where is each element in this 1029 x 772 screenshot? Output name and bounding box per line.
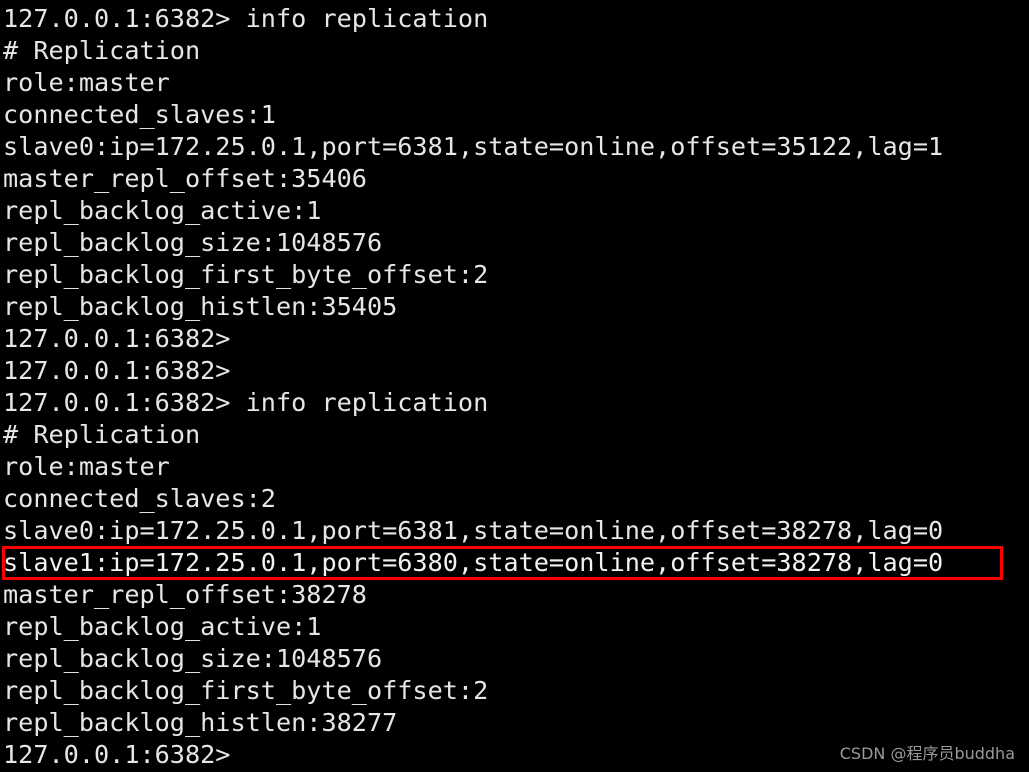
terminal-output[interactable]: 127.0.0.1:6382> info replication # Replic… <box>0 0 1029 772</box>
terminal-line: slave0:ip=172.25.0.1,port=6381,state=onl… <box>3 516 944 545</box>
terminal-line: repl_backlog_histlen:35405 <box>3 292 398 321</box>
terminal-line: # Replication <box>3 420 201 449</box>
terminal-line: # Replication <box>3 36 201 65</box>
terminal-line: slave0:ip=172.25.0.1,port=6381,state=onl… <box>3 132 944 161</box>
terminal-line: repl_backlog_size:1048576 <box>3 644 383 673</box>
terminal-window: 127.0.0.1:6382> info replication # Replic… <box>0 0 1029 772</box>
terminal-line: connected_slaves:2 <box>3 484 276 513</box>
terminal-line: 127.0.0.1:6382> info replication <box>3 4 489 33</box>
terminal-line: 127.0.0.1:6382> <box>3 324 231 353</box>
terminal-line: master_repl_offset:35406 <box>3 164 367 193</box>
terminal-line: repl_backlog_active:1 <box>3 612 322 641</box>
terminal-line: repl_backlog_active:1 <box>3 196 322 225</box>
terminal-line: connected_slaves:1 <box>3 100 276 129</box>
terminal-line: 127.0.0.1:6382> <box>3 356 231 385</box>
terminal-line: role:master <box>3 452 170 481</box>
terminal-line: role:master <box>3 68 170 97</box>
watermark: CSDN @程序员buddha <box>839 744 1015 763</box>
terminal-line: repl_backlog_size:1048576 <box>3 228 383 257</box>
terminal-line: repl_backlog_first_byte_offset:2 <box>3 676 489 705</box>
terminal-line: slave1:ip=172.25.0.1,port=6380,state=onl… <box>3 548 944 577</box>
terminal-line: master_repl_offset:38278 <box>3 580 367 609</box>
terminal-line: repl_backlog_histlen:38277 <box>3 708 398 737</box>
terminal-line: 127.0.0.1:6382> info replication <box>3 388 489 417</box>
terminal-line: repl_backlog_first_byte_offset:2 <box>3 260 489 289</box>
